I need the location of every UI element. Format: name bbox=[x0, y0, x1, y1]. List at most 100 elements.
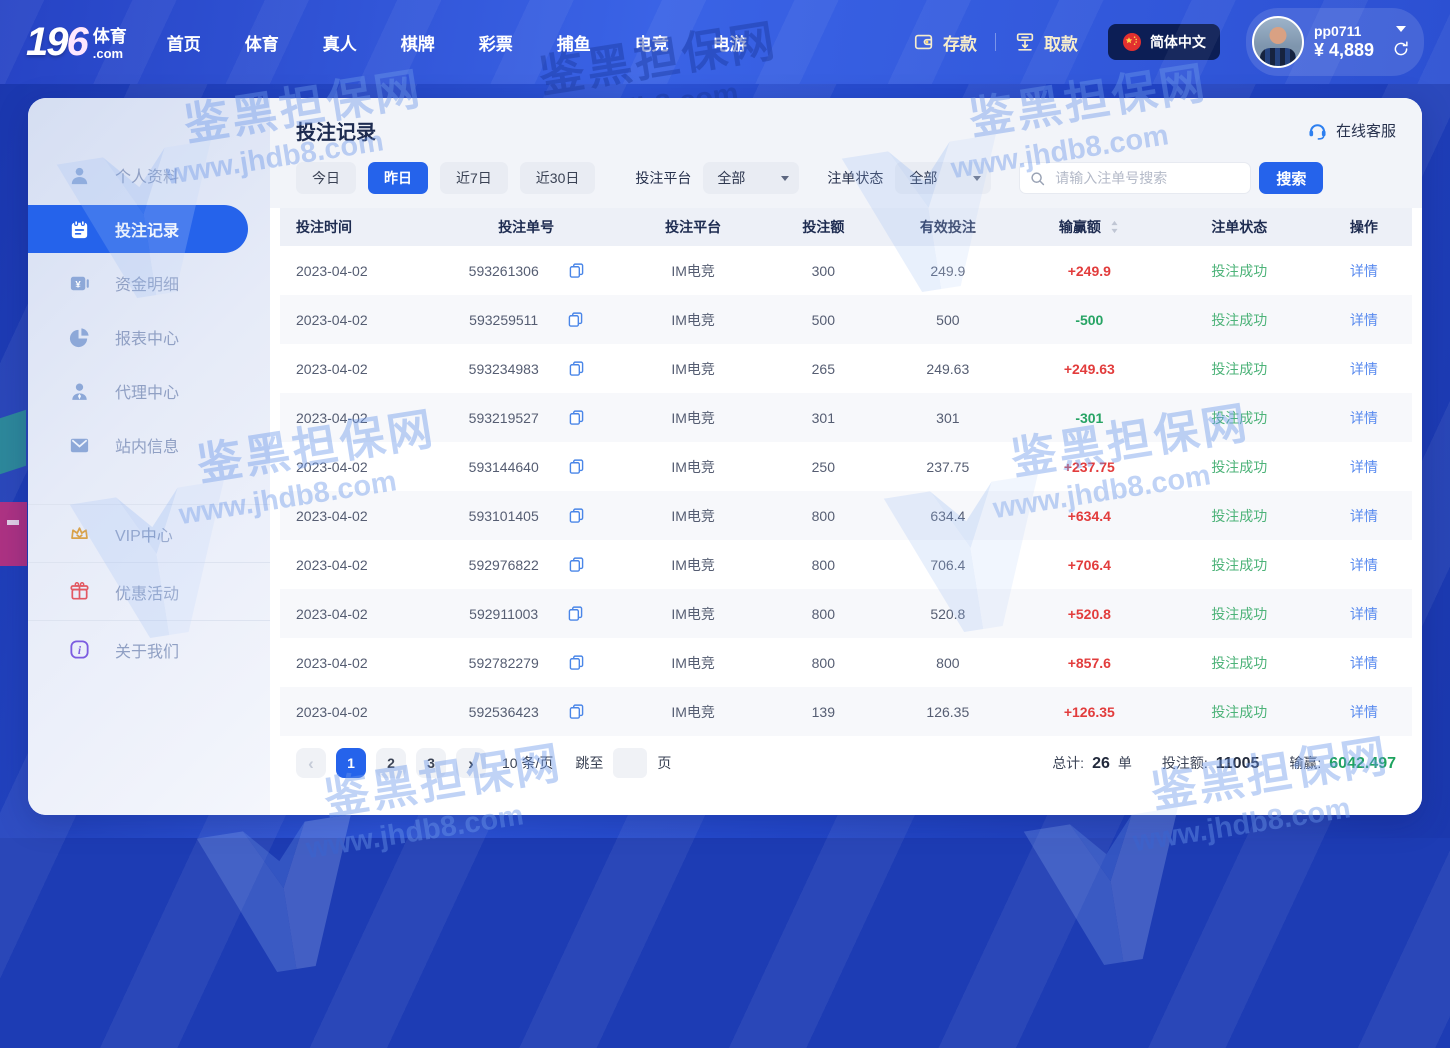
refresh-icon[interactable] bbox=[1392, 40, 1410, 58]
detail-link[interactable]: 详情 bbox=[1350, 261, 1378, 281]
menu-item-home[interactable]: 首页 bbox=[167, 30, 201, 55]
header-bet-amount: 投注额 bbox=[767, 217, 880, 237]
copy-icon[interactable] bbox=[569, 508, 584, 523]
cell-order-status: 投注成功 bbox=[1163, 457, 1316, 477]
deposit-label: 存款 bbox=[943, 30, 977, 55]
total-label: 总计: bbox=[1052, 753, 1084, 773]
info-icon: i bbox=[68, 638, 91, 661]
cell-action: 详情 bbox=[1316, 359, 1412, 379]
page-button-1[interactable]: 1 bbox=[336, 748, 366, 778]
range-chip-7days[interactable]: 近7日 bbox=[440, 162, 508, 194]
menu-item-fishing[interactable]: 捕鱼 bbox=[557, 30, 591, 55]
detail-link[interactable]: 详情 bbox=[1350, 604, 1378, 624]
prev-page-button[interactable]: ‹ bbox=[296, 748, 326, 778]
sidebar-item-messages[interactable]: 站内信息 bbox=[28, 418, 270, 472]
detail-link[interactable]: 详情 bbox=[1350, 408, 1378, 428]
cell-action: 详情 bbox=[1316, 408, 1412, 428]
cell-bet-amount: 300 bbox=[767, 263, 880, 279]
search-button[interactable]: 搜索 bbox=[1259, 162, 1323, 194]
winloss-total-label: 输赢: bbox=[1289, 753, 1321, 773]
sidebar-item-promotions[interactable]: 优惠活动 bbox=[28, 562, 270, 620]
copy-icon[interactable] bbox=[569, 459, 584, 474]
divider bbox=[995, 33, 996, 51]
sidebar-item-bet-records[interactable]: 投注记录 bbox=[28, 205, 248, 253]
cell-action: 详情 bbox=[1316, 310, 1412, 330]
next-page-button[interactable]: › bbox=[456, 748, 486, 778]
site-logo[interactable]: 196 体育 .com bbox=[26, 24, 127, 60]
logo-cn: 体育 bbox=[93, 28, 127, 45]
cell-order-number: 593219527 bbox=[433, 410, 620, 426]
table-row: 2023-04-02593261306IM电竞300249.9+249.9投注成… bbox=[280, 246, 1412, 295]
cell-winloss: +634.4 bbox=[1016, 508, 1163, 524]
table-row: 2023-04-02592976822IM电竞800706.4+706.4投注成… bbox=[280, 540, 1412, 589]
cell-order-number: 593234983 bbox=[433, 361, 620, 377]
detail-link[interactable]: 详情 bbox=[1350, 457, 1378, 477]
copy-icon[interactable] bbox=[569, 655, 584, 670]
withdraw-button[interactable]: 取款 bbox=[1014, 30, 1078, 55]
sidebar-item-reports[interactable]: 报表中心 bbox=[28, 310, 270, 364]
cell-order-status: 投注成功 bbox=[1163, 359, 1316, 379]
jump-page-input[interactable] bbox=[613, 748, 647, 778]
username: pp0711 bbox=[1314, 23, 1374, 40]
cell-platform: IM电竞 bbox=[620, 359, 767, 379]
user-account-chip[interactable]: pp0711 ¥ 4,889 bbox=[1246, 8, 1424, 76]
status-select[interactable]: 全部 bbox=[895, 162, 991, 194]
order-search-input[interactable] bbox=[1053, 169, 1240, 187]
table-header-row: 投注时间 投注单号 投注平台 投注额 有效投注 输赢额 注单状态 操作 bbox=[280, 208, 1412, 246]
platform-select[interactable]: 全部 bbox=[703, 162, 799, 194]
sidebar-item-label: 站内信息 bbox=[115, 433, 179, 457]
language-selector[interactable]: 简体中文 bbox=[1108, 24, 1220, 60]
filter-row: 今日 昨日 近7日 近30日 投注平台 全部 注单状态 全部 bbox=[296, 162, 1396, 194]
copy-icon[interactable] bbox=[568, 312, 583, 327]
cell-action: 详情 bbox=[1316, 506, 1412, 526]
cell-order-status: 投注成功 bbox=[1163, 408, 1316, 428]
cell-bet-time: 2023-04-02 bbox=[280, 459, 433, 475]
cell-bet-amount: 301 bbox=[767, 410, 880, 426]
detail-link[interactable]: 详情 bbox=[1350, 506, 1378, 526]
cell-order-status: 投注成功 bbox=[1163, 653, 1316, 673]
header-winloss: 输赢额 bbox=[1016, 217, 1163, 237]
sidebar-item-agent[interactable]: 代理中心 bbox=[28, 364, 270, 418]
detail-link[interactable]: 详情 bbox=[1350, 702, 1378, 722]
sidebar-item-profile[interactable]: 个人资料 bbox=[28, 148, 270, 202]
sort-icon[interactable] bbox=[1109, 220, 1120, 234]
detail-link[interactable]: 详情 bbox=[1350, 653, 1378, 673]
copy-icon[interactable] bbox=[569, 410, 584, 425]
status-filter-label: 注单状态 bbox=[827, 168, 883, 188]
copy-icon[interactable] bbox=[569, 361, 584, 376]
atm-icon bbox=[1014, 31, 1036, 53]
detail-link[interactable]: 详情 bbox=[1350, 359, 1378, 379]
online-service-button[interactable]: 在线客服 bbox=[1307, 120, 1396, 141]
sidebar-item-vip[interactable]: VIP中心 bbox=[28, 504, 270, 562]
cell-valid-bet: 800 bbox=[880, 655, 1016, 671]
page-button-2[interactable]: 2 bbox=[376, 748, 406, 778]
copy-icon[interactable] bbox=[569, 263, 584, 278]
menu-item-chess[interactable]: 棋牌 bbox=[401, 30, 435, 55]
menu-item-sports[interactable]: 体育 bbox=[245, 30, 279, 55]
sidebar-item-funds[interactable]: ¥ 资金明细 bbox=[28, 256, 270, 310]
detail-link[interactable]: 详情 bbox=[1350, 555, 1378, 575]
chevron-down-icon[interactable] bbox=[1396, 26, 1406, 32]
range-chip-30days[interactable]: 近30日 bbox=[520, 162, 596, 194]
cell-bet-amount: 800 bbox=[767, 655, 880, 671]
deposit-button[interactable]: 存款 bbox=[913, 30, 977, 55]
cell-platform: IM电竞 bbox=[620, 506, 767, 526]
svg-text:¥: ¥ bbox=[75, 279, 81, 290]
copy-icon[interactable] bbox=[569, 557, 584, 572]
detail-link[interactable]: 详情 bbox=[1350, 310, 1378, 330]
copy-icon[interactable] bbox=[568, 606, 583, 621]
page-button-3[interactable]: 3 bbox=[416, 748, 446, 778]
range-chip-today[interactable]: 今日 bbox=[296, 162, 356, 194]
range-chip-yesterday[interactable]: 昨日 bbox=[368, 162, 428, 194]
bet-records-table: 投注时间 投注单号 投注平台 投注额 有效投注 输赢额 注单状态 操作 bbox=[270, 208, 1422, 736]
cell-bet-amount: 250 bbox=[767, 459, 880, 475]
menu-item-lottery[interactable]: 彩票 bbox=[479, 30, 513, 55]
menu-item-games[interactable]: 电游 bbox=[713, 30, 747, 55]
cell-order-status: 投注成功 bbox=[1163, 604, 1316, 624]
cell-valid-bet: 634.4 bbox=[880, 508, 1016, 524]
copy-icon[interactable] bbox=[569, 704, 584, 719]
winloss-total-value: 6042.497 bbox=[1329, 755, 1396, 773]
sidebar-item-about[interactable]: i 关于我们 bbox=[28, 620, 270, 678]
menu-item-esports[interactable]: 电竞 bbox=[635, 30, 669, 55]
menu-item-live[interactable]: 真人 bbox=[323, 30, 357, 55]
